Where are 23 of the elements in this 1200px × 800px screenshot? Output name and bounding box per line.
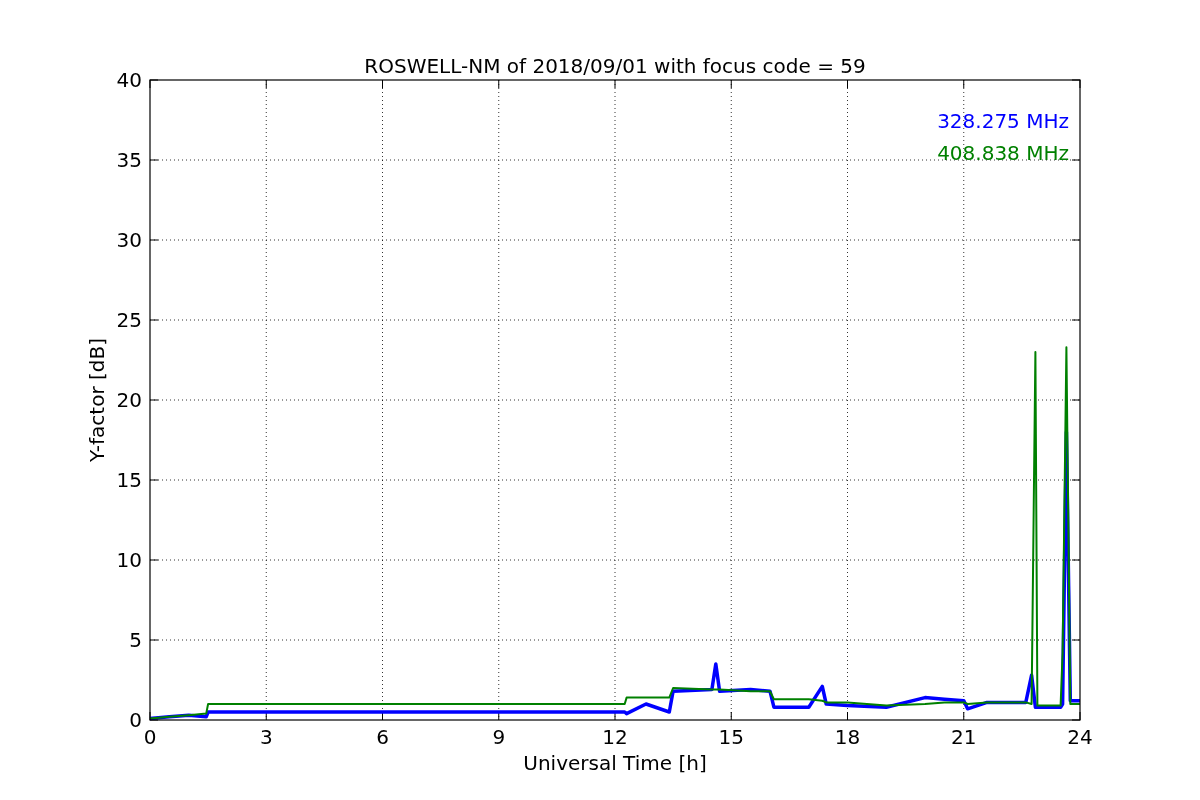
y-tick-label: 15	[116, 468, 142, 492]
x-tick-label: 12	[602, 725, 628, 749]
x-tick-label: 24	[1067, 725, 1093, 749]
y-tick-label: 40	[116, 68, 142, 92]
legend-label: 408.838 MHz	[937, 141, 1069, 165]
y-tick-label: 5	[129, 628, 142, 652]
y-tick-label: 35	[116, 148, 142, 172]
x-tick-label: 15	[718, 725, 744, 749]
y-tick-label: 20	[116, 388, 142, 412]
y-axis-label: Y-factor [dB]	[85, 338, 109, 462]
y-tick-label: 10	[116, 548, 142, 572]
y-tick-label: 25	[116, 308, 142, 332]
y-tick-label: 30	[116, 228, 142, 252]
x-tick-label: 18	[834, 725, 861, 749]
x-tick-label: 3	[259, 725, 273, 749]
chart-title: ROSWELL-NM of 2018/09/01 with focus code = 59	[364, 54, 866, 78]
y-tick-label: 0	[129, 708, 142, 732]
x-tick-label: 21	[951, 725, 977, 749]
x-tick-label: 9	[492, 725, 506, 749]
x-tick-label: 6	[376, 725, 389, 749]
x-tick-label: 0	[143, 725, 157, 749]
x-axis-label: Universal Time [h]	[523, 751, 707, 775]
legend-label: 328.275 MHz	[937, 109, 1069, 133]
